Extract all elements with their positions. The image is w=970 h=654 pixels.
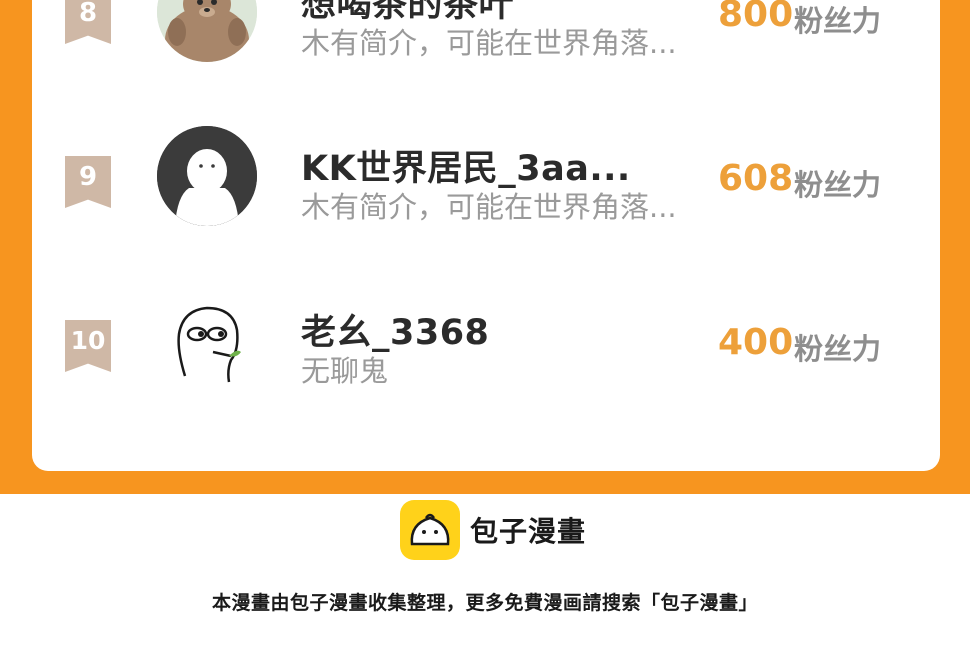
footer-note: 本漫畫由包子漫畫收集整理，更多免費漫画請搜索「包子漫畫」: [211, 592, 758, 614]
fan-score-unit: 粉丝力: [794, 168, 882, 202]
ranking-card: 8 想喝茶的茶叶 木有简介，可能在世界角落... 800 粉丝力 9 KK世界居…: [32, 0, 940, 471]
user-bio: 无聊鬼: [301, 354, 389, 388]
avatar[interactable]: [157, 126, 257, 226]
brand-name: 包子漫畫: [470, 515, 587, 548]
rank-badge: 9: [65, 156, 111, 208]
ranking-panel: 8 想喝茶的茶叶 木有简介，可能在世界角落... 800 粉丝力 9 KK世界居…: [0, 0, 970, 494]
bear-avatar-icon: [157, 0, 257, 62]
brand[interactable]: 包子漫畫: [400, 500, 586, 560]
fan-score: 608: [718, 158, 794, 199]
user-bio: 木有简介，可能在世界角落...: [301, 26, 677, 60]
user-bio: 木有简介，可能在世界角落...: [301, 190, 677, 224]
fan-score: 400: [718, 322, 794, 363]
rank-badge: 10: [65, 320, 111, 372]
rank-badge: 8: [65, 0, 111, 44]
avatar[interactable]: [157, 290, 257, 390]
fan-score: 800: [718, 0, 794, 35]
ghost-avatar-icon: [157, 126, 257, 226]
doodle-avatar-icon: [157, 290, 257, 390]
ranking-row[interactable]: 9 KK世界居民_3aa... 木有简介，可能在世界角落... 608 粉丝力: [32, 114, 940, 234]
ranking-row[interactable]: 8 想喝茶的茶叶 木有简介，可能在世界角落... 800 粉丝力: [32, 0, 940, 70]
avatar[interactable]: [157, 0, 257, 62]
fan-score-unit: 粉丝力: [794, 4, 882, 38]
fan-score-unit: 粉丝力: [794, 332, 882, 366]
ranking-row[interactable]: 10 老幺_3368 无聊鬼 400 粉丝力: [32, 278, 940, 398]
bun-logo-icon: [400, 500, 460, 560]
